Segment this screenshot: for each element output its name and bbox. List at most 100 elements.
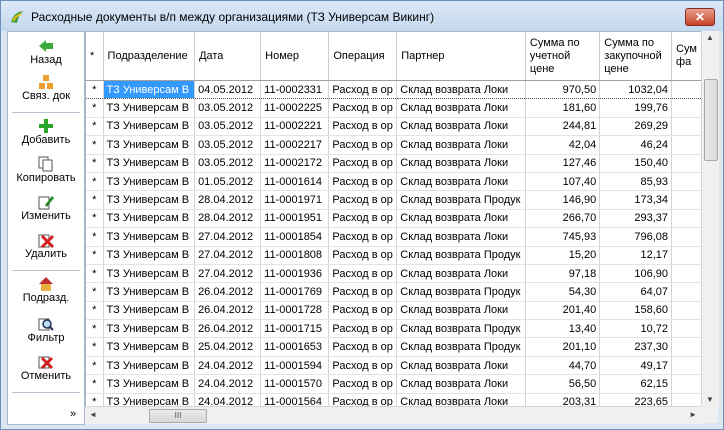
table-cell[interactable]: Расход в ор: [328, 319, 398, 339]
table-cell[interactable]: 24.04.2012: [194, 374, 262, 394]
table-cell[interactable]: 03.05.2012: [194, 117, 262, 137]
table-cell[interactable]: ТЗ Универсам В: [103, 319, 196, 339]
table-cell[interactable]: 269,29: [599, 117, 673, 137]
table-cell[interactable]: 11-0001971: [260, 190, 330, 210]
table-cell[interactable]: 173,34: [599, 190, 673, 210]
table-cell[interactable]: Склад возврата Продук: [396, 246, 526, 265]
table-cell[interactable]: [671, 135, 702, 155]
table-cell[interactable]: [671, 282, 702, 302]
table-cell[interactable]: 158,60: [599, 301, 673, 321]
table-cell[interactable]: 199,76: [599, 98, 673, 118]
table-cell[interactable]: 97,18: [525, 264, 601, 284]
table-cell[interactable]: 46,24: [599, 135, 673, 155]
table-cell[interactable]: 11-0001936: [260, 264, 330, 284]
table-cell[interactable]: 26.04.2012: [194, 282, 262, 302]
table-cell[interactable]: Склад возврата Локи: [396, 227, 526, 247]
column-header[interactable]: Номер: [260, 32, 330, 81]
table-cell[interactable]: 11-0002225: [260, 98, 330, 118]
table-cell[interactable]: 745,93: [525, 227, 601, 247]
table-cell[interactable]: 11-0001614: [260, 172, 330, 192]
back-button[interactable]: Назад: [8, 38, 84, 66]
table-cell[interactable]: ТЗ Универсам В: [103, 282, 196, 302]
table-row[interactable]: * ТЗ Универсам В 03.05.2012 11-0002221 Расхо…: [86, 117, 702, 137]
table-cell[interactable]: ТЗ Универсам В: [103, 301, 196, 321]
table-cell[interactable]: 244,81: [525, 117, 601, 137]
table-cell[interactable]: 150,40: [599, 154, 673, 173]
edit-button[interactable]: Изменить: [8, 194, 84, 222]
table-cell[interactable]: [671, 227, 702, 247]
table-cell[interactable]: Склад возврата Продук: [396, 337, 526, 357]
table-cell[interactable]: *: [86, 301, 104, 321]
table-row[interactable]: * ТЗ Универсам В 27.04.2012 11-0001808 Расхо…: [86, 246, 702, 265]
table-cell[interactable]: Склад возврата Локи: [396, 374, 526, 394]
table-cell[interactable]: *: [86, 135, 104, 155]
horizontal-scroll-thumb[interactable]: III: [149, 409, 207, 423]
table-cell[interactable]: 27.04.2012: [194, 227, 262, 247]
table-cell[interactable]: Склад возврата Локи: [396, 98, 526, 118]
table-cell[interactable]: 201,40: [525, 301, 601, 321]
table-cell[interactable]: [671, 172, 702, 192]
table-cell[interactable]: 146,90: [525, 190, 601, 210]
table-cell[interactable]: Склад возврата Локи: [396, 172, 526, 192]
table-cell[interactable]: 11-0002331: [260, 80, 330, 100]
table-cell[interactable]: Склад возврата Локи: [396, 117, 526, 137]
scroll-up-icon[interactable]: ▲: [706, 33, 714, 42]
column-header[interactable]: Дата: [194, 32, 262, 81]
table-cell[interactable]: 11-0001728: [260, 301, 330, 321]
table-row[interactable]: * ТЗ Универсам В 26.04.2012 11-0001769 Расхо…: [86, 282, 702, 302]
table-cell[interactable]: *: [86, 80, 104, 100]
table-cell[interactable]: Склад возврата Локи: [396, 301, 526, 321]
table-cell[interactable]: [671, 246, 702, 265]
table-cell[interactable]: Расход в ор: [328, 337, 398, 357]
table-cell[interactable]: [671, 80, 702, 100]
table-cell[interactable]: 27.04.2012: [194, 246, 262, 265]
table-cell[interactable]: ТЗ Универсам В: [103, 209, 196, 229]
table-cell[interactable]: Расход в ор: [328, 227, 398, 247]
table-row[interactable]: * ТЗ Универсам В 27.04.2012 11-0001854 Расхо…: [86, 227, 702, 247]
table-cell[interactable]: Расход в ор: [328, 209, 398, 229]
table-row[interactable]: * ТЗ Универсам В 03.05.2012 11-0002217 Расхо…: [86, 135, 702, 155]
cancel-button[interactable]: Отменить: [8, 354, 84, 382]
table-cell[interactable]: ТЗ Универсам В: [103, 246, 196, 265]
table-cell[interactable]: ТЗ Универсам В: [103, 356, 196, 376]
table-cell[interactable]: 293,37: [599, 209, 673, 229]
horizontal-scrollbar[interactable]: ◄ III ►: [85, 406, 701, 424]
table-cell[interactable]: Склад возврата Продук: [396, 319, 526, 339]
table-row[interactable]: * ТЗ Универсам В 27.04.2012 11-0001936 Расхо…: [86, 264, 702, 284]
column-header[interactable]: Партнер: [396, 32, 526, 81]
table-cell[interactable]: 15,20: [525, 246, 601, 265]
table-cell[interactable]: 237,30: [599, 337, 673, 357]
table-row[interactable]: * ТЗ Универсам В 03.05.2012 11-0002225 Расхо…: [86, 98, 702, 118]
table-cell[interactable]: ТЗ Универсам В: [103, 154, 196, 173]
copy-button[interactable]: Копировать: [8, 156, 84, 184]
table-cell[interactable]: 04.05.2012: [194, 80, 262, 100]
table-cell[interactable]: *: [86, 98, 104, 118]
table-cell[interactable]: [671, 98, 702, 118]
table-cell[interactable]: 44,70: [525, 356, 601, 376]
table-cell[interactable]: [671, 337, 702, 357]
table-cell[interactable]: [671, 356, 702, 376]
table-cell[interactable]: 107,40: [525, 172, 601, 192]
column-header[interactable]: Сумма по учетной цене: [525, 32, 601, 81]
subdivision-button[interactable]: Подразд.: [8, 276, 84, 304]
table-cell[interactable]: Склад возврата Локи: [396, 356, 526, 376]
table-cell[interactable]: 106,90: [599, 264, 673, 284]
table-cell[interactable]: 03.05.2012: [194, 98, 262, 118]
table-cell[interactable]: Расход в ор: [328, 356, 398, 376]
table-cell[interactable]: 03.05.2012: [194, 154, 262, 173]
table-row[interactable]: * ТЗ Универсам В 25.04.2012 11-0001653 Расхо…: [86, 337, 702, 357]
table-cell[interactable]: 11-0001594: [260, 356, 330, 376]
table-cell[interactable]: 56,50: [525, 374, 601, 394]
table-cell[interactable]: *: [86, 172, 104, 192]
table-cell[interactable]: Расход в ор: [328, 80, 398, 100]
table-cell[interactable]: 10,72: [599, 319, 673, 339]
table-cell[interactable]: 11-0001653: [260, 337, 330, 357]
table-cell[interactable]: *: [86, 374, 104, 394]
table-cell[interactable]: [671, 374, 702, 394]
table-cell[interactable]: 28.04.2012: [194, 190, 262, 210]
table-cell[interactable]: *: [86, 227, 104, 247]
table-cell[interactable]: Склад возврата Локи: [396, 80, 526, 100]
table-cell[interactable]: 266,70: [525, 209, 601, 229]
table-row[interactable]: * ТЗ Универсам В 03.05.2012 11-0002172 Расхо…: [86, 154, 702, 173]
table-cell[interactable]: 26.04.2012: [194, 319, 262, 339]
